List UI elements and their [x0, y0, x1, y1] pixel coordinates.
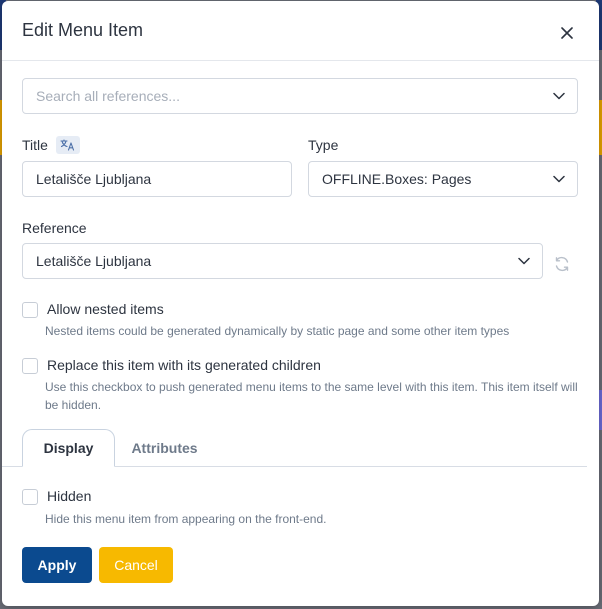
reference-value: Letališče Ljubljana	[36, 253, 152, 269]
replace-with-children-help: Use this checkbox to push generated menu…	[45, 380, 578, 412]
type-value: OFFLINE.Boxes: Pages	[322, 171, 472, 187]
close-button[interactable]	[555, 21, 579, 45]
title-label: Title	[22, 137, 48, 153]
search-placeholder: Search all references...	[36, 88, 180, 104]
tab-attributes[interactable]: Attributes	[122, 429, 207, 467]
chevron-down-icon	[553, 92, 565, 100]
dialog-header: Edit Menu Item	[2, 1, 599, 61]
replace-with-children-label: Replace this item with its generated chi…	[47, 357, 321, 373]
apply-button[interactable]: Apply	[22, 547, 92, 583]
translate-icon[interactable]	[55, 136, 80, 154]
close-icon	[561, 26, 573, 39]
reference-select[interactable]: Letališče Ljubljana	[22, 243, 543, 279]
cancel-button[interactable]: Cancel	[99, 547, 173, 583]
reference-label: Reference	[22, 220, 87, 236]
hidden-help: Hide this menu item from appearing on th…	[45, 512, 327, 526]
hidden-checkbox[interactable]	[22, 489, 38, 505]
title-label-row: Title	[22, 136, 80, 154]
chevron-down-icon	[553, 175, 565, 183]
type-label: Type	[308, 137, 339, 153]
allow-nested-help: Nested items could be generated dynamica…	[45, 324, 510, 338]
hidden-label: Hidden	[47, 488, 92, 504]
search-references-select[interactable]: Search all references...	[22, 78, 578, 114]
title-input[interactable]: Letališče Ljubljana	[22, 161, 292, 197]
tab-display[interactable]: Display	[22, 429, 115, 467]
edit-menu-item-dialog: Edit Menu Item Search all references... …	[2, 1, 599, 606]
type-select[interactable]: OFFLINE.Boxes: Pages	[308, 161, 578, 197]
refresh-icon[interactable]	[553, 255, 571, 273]
replace-with-children-option[interactable]: Replace this item with its generated chi…	[22, 357, 321, 374]
dialog-title: Edit Menu Item	[22, 20, 144, 40]
chevron-down-icon	[518, 257, 530, 265]
tab-bar: Display Attributes	[2, 429, 599, 467]
allow-nested-option[interactable]: Allow nested items	[22, 301, 164, 318]
allow-nested-label: Allow nested items	[47, 301, 164, 317]
hidden-option[interactable]: Hidden	[22, 488, 91, 505]
allow-nested-checkbox[interactable]	[22, 302, 38, 318]
replace-with-children-checkbox[interactable]	[22, 358, 38, 374]
